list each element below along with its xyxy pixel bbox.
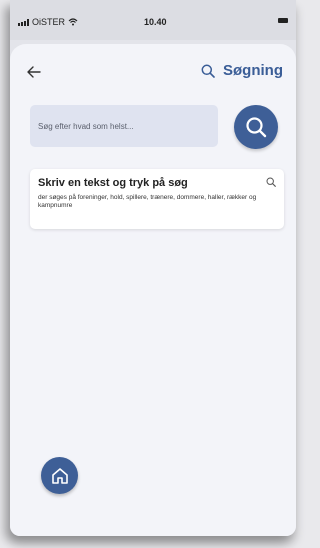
search-icon bbox=[266, 177, 276, 187]
search-input[interactable]: Søg efter hvad som helst... bbox=[30, 105, 218, 147]
search-screen: Søgning Søg efter hvad som helst... Skri… bbox=[10, 44, 296, 536]
page-header: Søgning bbox=[201, 62, 283, 79]
search-hint-card: Skriv en tekst og tryk på søg der søges … bbox=[30, 169, 284, 229]
page-title: Søgning bbox=[223, 62, 283, 79]
search-button[interactable] bbox=[234, 105, 278, 149]
wifi-icon bbox=[68, 18, 78, 26]
home-icon bbox=[51, 467, 68, 484]
arrow-left-icon bbox=[27, 66, 41, 78]
carrier-name: OiSTER bbox=[32, 17, 66, 27]
search-icon bbox=[246, 117, 267, 138]
hint-title: Skriv en tekst og tryk på søg bbox=[38, 177, 188, 189]
hint-description: der søges på foreninger, hold, spillere,… bbox=[38, 194, 257, 209]
status-time: 10.40 bbox=[144, 17, 167, 27]
signal-icon bbox=[18, 18, 29, 26]
phone-frame: OiSTER 10.40 Søgning Søg efter hvad som … bbox=[10, 0, 296, 536]
status-bar: OiSTER 10.40 bbox=[10, 0, 296, 40]
back-button[interactable] bbox=[24, 62, 44, 82]
home-button[interactable] bbox=[41, 457, 78, 494]
carrier-indicator: OiSTER bbox=[18, 17, 78, 27]
search-icon bbox=[201, 64, 215, 78]
battery-icon bbox=[278, 18, 288, 23]
